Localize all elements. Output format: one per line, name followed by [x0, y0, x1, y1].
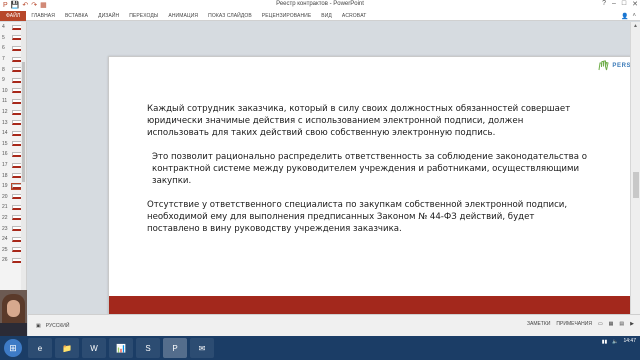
windows-taskbar: ⊞ e 📁 W 📊 S P ✉ ▮▮ 🔈 14:47 — [0, 336, 640, 360]
explorer-icon[interactable]: 📁 — [55, 338, 79, 358]
thumbnail-number: 4 — [2, 24, 5, 31]
thumbnail-number: 17 — [2, 162, 8, 169]
thumbnail-number: 20 — [2, 193, 8, 200]
window-controls: ? – □ ✕ — [602, 0, 638, 8]
thumbnail-number: 26 — [2, 257, 8, 264]
thumbnail-number: 25 — [2, 246, 8, 253]
thumbnail-number: 10 — [2, 87, 8, 94]
thumbnails-scroll-thumb[interactable] — [22, 62, 25, 182]
thumbnail-number: 9 — [2, 77, 5, 84]
tab-acrobat[interactable]: ACROBAT — [337, 11, 372, 21]
spellcheck-icon[interactable]: ▣ — [36, 323, 41, 329]
paragraph-3: Отсутствие у ответственного специалиста … — [147, 200, 568, 234]
tab-insert[interactable]: ВСТАВКА — [60, 11, 93, 21]
slide-body-text[interactable]: Каждый сотрудник заказчика, который в си… — [147, 103, 587, 247]
user-icon[interactable]: 👤 — [621, 13, 628, 20]
paragraph-2: Это позволит рационально распределить от… — [152, 152, 587, 186]
reading-view-icon[interactable]: ▤ — [619, 321, 624, 327]
comments-button[interactable]: ПРИМЕЧАНИЯ — [556, 321, 592, 327]
status-bar: ▣ РУССКИЙ ЗАМЕТКИ ПРИМЕЧАНИЯ ▭ ▦ ▤ ▶ — [28, 314, 640, 336]
ie-icon[interactable]: e — [28, 338, 52, 358]
normal-view-icon[interactable]: ▭ — [598, 321, 603, 327]
thumbnail-number: 13 — [2, 119, 8, 126]
tab-home[interactable]: ГЛАВНАЯ — [26, 11, 60, 21]
thumbnail-number: 7 — [2, 56, 5, 63]
tab-animation[interactable]: АНИМАЦИЯ — [163, 11, 203, 21]
network-icon[interactable]: ▮▮ — [602, 339, 608, 345]
tab-review[interactable]: РЕЦЕНЗИРОВАНИЕ — [257, 11, 317, 21]
window-title: Реестр контрактов - PowerPoint — [276, 1, 364, 7]
thumbnail-number: 5 — [2, 34, 5, 41]
thumbnail-number: 23 — [2, 225, 8, 232]
start-button[interactable]: ⊞ — [4, 339, 22, 357]
status-left: ▣ РУССКИЙ — [28, 323, 69, 329]
thumbnail-number: 8 — [2, 66, 5, 73]
tab-view[interactable]: ВИД — [316, 11, 337, 21]
thumbnail-number: 18 — [2, 172, 8, 179]
tab-design[interactable]: ДИЗАЙН — [93, 11, 124, 21]
title-bar: P 💾 ↶ ↷ ▦ Реестр контрактов - PowerPoint… — [0, 0, 640, 11]
webcam-overlay — [0, 290, 27, 336]
thumbnail-number: 16 — [2, 151, 8, 158]
volume-icon[interactable]: 🔈 — [612, 339, 618, 345]
current-slide[interactable]: PERSIS Каждый сотрудник заказчика, котор… — [108, 56, 640, 322]
thumbnail-number: 22 — [2, 214, 8, 221]
slide-scrollbar[interactable]: ▲ — [630, 22, 640, 314]
ribbon-right: 👤 ˄ — [621, 11, 636, 21]
paragraph-1: Каждый сотрудник заказчика, который в си… — [147, 104, 571, 138]
help-icon[interactable]: ? — [602, 0, 606, 8]
thumbnail-number: 19 — [2, 183, 8, 190]
tab-file[interactable]: ФАЙЛ — [0, 10, 27, 21]
close-icon[interactable]: ✕ — [632, 0, 638, 8]
scroll-up-icon[interactable]: ▲ — [631, 22, 640, 30]
thumbnail-number: 14 — [2, 130, 8, 137]
clock[interactable]: 14:47 — [623, 338, 636, 345]
thumbnail-number: 24 — [2, 236, 8, 243]
hand-logo-icon — [598, 60, 609, 71]
thumbnail-number: 11 — [2, 98, 8, 105]
taskbar-apps: e 📁 W 📊 S P ✉ — [28, 338, 214, 358]
language-status[interactable]: РУССКИЙ — [46, 323, 70, 329]
maximize-icon[interactable]: □ — [622, 0, 626, 8]
presenter-shirt — [0, 323, 27, 336]
thumbnail-number: 6 — [2, 45, 5, 52]
collapse-ribbon-icon[interactable]: ˄ — [632, 13, 636, 19]
sorter-view-icon[interactable]: ▦ — [609, 321, 614, 327]
minimize-icon[interactable]: – — [612, 0, 616, 8]
presenter-face — [7, 300, 20, 317]
powerpoint-task-icon[interactable]: P — [163, 338, 187, 358]
tab-slideshow[interactable]: ПОКАЗ СЛАЙДОВ — [203, 11, 257, 21]
thumbnails-scrollbar[interactable] — [21, 22, 26, 297]
word-icon[interactable]: W — [82, 338, 106, 358]
thumbnail-number: 21 — [2, 204, 8, 211]
notes-button[interactable]: ЗАМЕТКИ — [527, 321, 550, 327]
excel-icon[interactable]: 📊 — [109, 338, 133, 358]
thumbnail-number: 15 — [2, 140, 8, 147]
tab-transitions[interactable]: ПЕРЕХОДЫ — [124, 11, 163, 21]
slideshow-view-icon[interactable]: ▶ — [630, 321, 634, 327]
slide-editing-area: PERSIS Каждый сотрудник заказчика, котор… — [28, 22, 640, 322]
system-tray: ▮▮ 🔈 14:47 — [602, 338, 636, 345]
mail-icon[interactable]: ✉ — [190, 338, 214, 358]
thumbnail-number: 12 — [2, 109, 8, 116]
skype-icon[interactable]: S — [136, 338, 160, 358]
status-right: ЗАМЕТКИ ПРИМЕЧАНИЯ ▭ ▦ ▤ ▶ — [527, 321, 634, 327]
ribbon-tabs: ФАЙЛ ГЛАВНАЯ ВСТАВКА ДИЗАЙН ПЕРЕХОДЫ АНИ… — [0, 10, 640, 21]
slide-scroll-thumb[interactable] — [633, 172, 639, 198]
